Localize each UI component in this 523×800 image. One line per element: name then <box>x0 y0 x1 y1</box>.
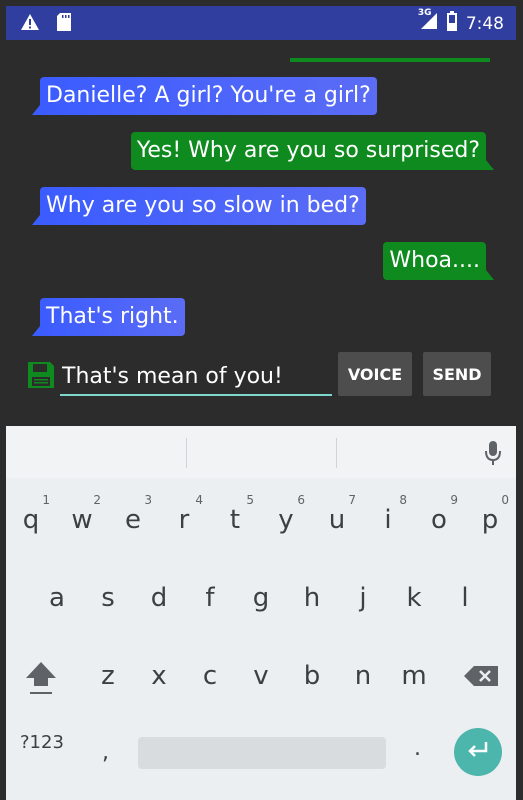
save-icon[interactable] <box>26 360 56 394</box>
key-hint: 9 <box>450 493 458 507</box>
clock: 7:48 <box>465 13 504 34</box>
key-label: w <box>71 505 93 535</box>
message-text: That's right. <box>46 304 179 329</box>
key-label: q <box>22 505 40 535</box>
key-j[interactable]: j <box>338 570 388 626</box>
key-label: i <box>384 505 392 535</box>
shift-key[interactable] <box>16 648 66 704</box>
message-bubble-sent[interactable]: Yes! Why are you so surprised? <box>130 132 495 170</box>
backspace-key[interactable] <box>458 648 508 704</box>
message-input[interactable] <box>60 358 332 396</box>
key-hint: 6 <box>297 493 305 507</box>
key-i[interactable]: 8i <box>363 492 413 548</box>
key-c[interactable]: c <box>185 648 235 704</box>
key-hint: 5 <box>246 493 254 507</box>
key-r[interactable]: 4r <box>159 492 209 548</box>
enter-icon <box>466 739 490 765</box>
enter-key[interactable] <box>454 728 502 776</box>
signal-icon: 3G <box>418 8 438 35</box>
key-z[interactable]: z <box>83 648 133 704</box>
suggestion-bar <box>6 426 516 478</box>
key-hint: 3 <box>144 493 152 507</box>
network-type: 3G <box>417 8 432 18</box>
key-u[interactable]: 7u <box>312 492 362 548</box>
key-label: r <box>178 505 190 535</box>
key-hint: 8 <box>399 493 407 507</box>
key-d[interactable]: d <box>134 570 184 626</box>
key-label: t <box>229 505 241 535</box>
status-bar: 3G 7:48 <box>6 6 516 40</box>
microphone-icon[interactable] <box>484 440 502 470</box>
partial-message-bubble <box>290 58 490 62</box>
shift-icon <box>16 662 66 708</box>
key-hint: 2 <box>93 493 101 507</box>
key-o[interactable]: 9o <box>414 492 464 548</box>
key-label: u <box>328 505 346 535</box>
battery-icon <box>446 11 458 36</box>
message-text: Danielle? A girl? You're a girl? <box>46 83 371 108</box>
key-a[interactable]: a <box>32 570 82 626</box>
key-label: y <box>278 505 294 535</box>
warning-icon <box>20 13 40 35</box>
key-hint: 4 <box>195 493 203 507</box>
suggestion-divider <box>336 438 337 468</box>
key-q[interactable]: 1q <box>6 492 56 548</box>
message-text: Yes! Why are you so surprised? <box>136 138 480 163</box>
key-v[interactable]: v <box>236 648 286 704</box>
suggestion-divider <box>186 438 187 468</box>
space-bar[interactable] <box>138 737 386 769</box>
key-t[interactable]: 5t <box>210 492 260 548</box>
message-text: Why are you so slow in bed? <box>46 193 360 218</box>
comma-key[interactable]: , <box>102 740 109 765</box>
on-screen-keyboard: 1q 2w 3e 4r 5t 6y 7u 8i 9o 0p a s d f g … <box>6 426 516 800</box>
backspace-icon <box>458 666 508 708</box>
message-bubble-received[interactable]: Why are you so slow in bed? <box>32 187 366 225</box>
chat-area[interactable]: Danielle? A girl? You're a girl? Yes! Wh… <box>6 40 516 426</box>
key-h[interactable]: h <box>287 570 337 626</box>
key-hint: 7 <box>348 493 356 507</box>
key-label: e <box>125 505 141 535</box>
message-text: Whoa.... <box>389 248 480 273</box>
key-m[interactable]: m <box>389 648 439 704</box>
key-e[interactable]: 3e <box>108 492 158 548</box>
key-w[interactable]: 2w <box>57 492 107 548</box>
key-l[interactable]: l <box>440 570 490 626</box>
key-x[interactable]: x <box>134 648 184 704</box>
key-y[interactable]: 6y <box>261 492 311 548</box>
key-g[interactable]: g <box>236 570 286 626</box>
key-n[interactable]: n <box>338 648 388 704</box>
key-f[interactable]: f <box>185 570 235 626</box>
key-p[interactable]: 0p <box>465 492 515 548</box>
symbols-key[interactable]: ?123 <box>20 732 64 753</box>
message-bubble-sent[interactable]: Whoa.... <box>383 242 494 280</box>
voice-button[interactable]: VOICE <box>338 352 412 396</box>
key-label: o <box>431 505 447 535</box>
sd-card-icon <box>56 12 72 36</box>
key-label: p <box>481 505 499 535</box>
key-k[interactable]: k <box>389 570 439 626</box>
key-b[interactable]: b <box>287 648 337 704</box>
send-button[interactable]: SEND <box>423 352 491 396</box>
message-bubble-received[interactable]: Danielle? A girl? You're a girl? <box>32 77 377 115</box>
key-hint: 1 <box>42 493 50 507</box>
key-hint: 0 <box>501 493 509 507</box>
message-bubble-received[interactable]: That's right. <box>32 298 185 336</box>
key-s[interactable]: s <box>83 570 133 626</box>
period-key[interactable]: . <box>414 736 421 761</box>
